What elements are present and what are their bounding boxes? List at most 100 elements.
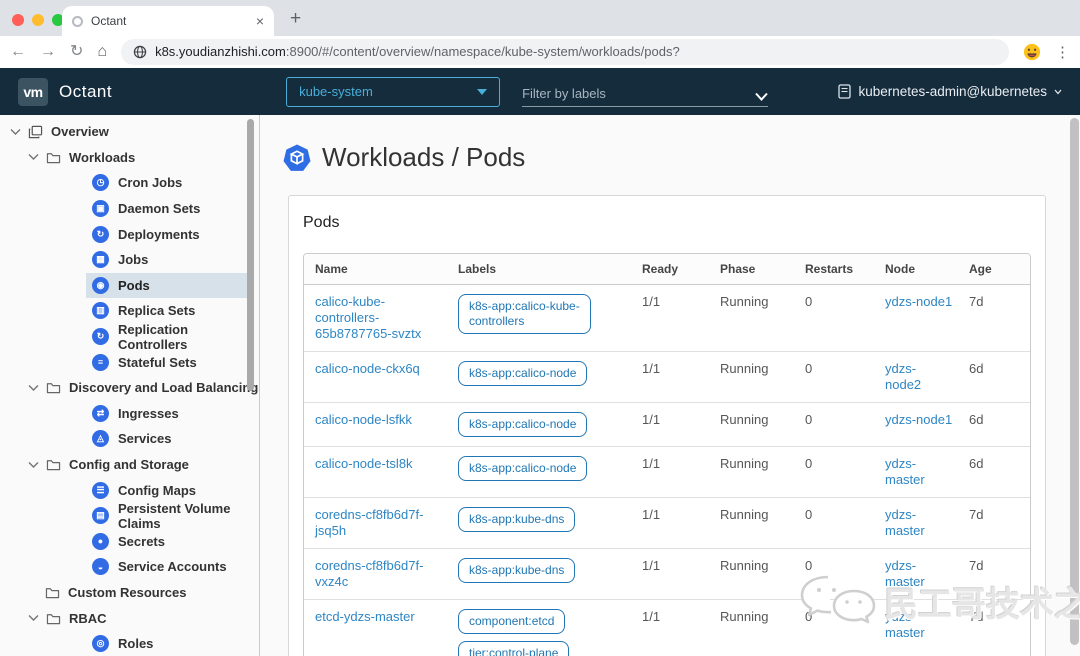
chevron-down-icon[interactable] — [28, 614, 39, 622]
pods-card: Pods Name Labels Ready Phase Restarts No… — [288, 195, 1046, 656]
chevron-down-icon[interactable] — [10, 128, 21, 136]
pod-name-link[interactable]: calico-node-lsfkk — [315, 412, 412, 428]
sidebar-item-cron-jobs[interactable]: ◷ Cron Jobs — [0, 170, 259, 196]
label-chip[interactable]: component:etcd — [458, 609, 566, 634]
label-chip[interactable]: k8s-app:kube-dns — [458, 507, 576, 532]
sidebar-item-stateful-sets[interactable]: ≡ Stateful Sets — [0, 349, 259, 375]
folder-icon — [46, 381, 61, 394]
label-chip[interactable]: k8s-app:kube-dns — [458, 558, 576, 583]
folder-icon — [45, 586, 60, 599]
sidebar-item-services[interactable]: ◬ Services — [0, 426, 259, 452]
sidebar-item-service-accounts[interactable]: ◒ Service Accounts — [0, 554, 259, 580]
node-link[interactable]: ydzs-node1 — [885, 294, 952, 310]
label-chip[interactable]: k8s-app:calico-kube- controllers — [458, 294, 591, 334]
pod-heading-icon — [283, 144, 311, 171]
sidebar-item-config-maps[interactable]: ☰ Config Maps — [0, 477, 259, 503]
pod-name-link[interactable]: coredns-cf8fb6d7f- vxz4c — [315, 558, 423, 590]
sidebar-item-ingresses[interactable]: ⇄ Ingresses — [0, 401, 259, 427]
label-chip[interactable]: k8s-app:calico-node — [458, 456, 588, 481]
table-row: coredns-cf8fb6d7f- vxz4c k8s-app:kube-dn… — [304, 548, 1030, 600]
sidebar-item-pods[interactable]: ◉ Pods — [0, 272, 259, 299]
sidebar-item-custom-resources[interactable]: Custom Resources — [0, 580, 259, 606]
sidebar-item-config-and-storage[interactable]: Config and Storage — [0, 452, 259, 478]
pod-name-link[interactable]: calico-node-tsl8k — [315, 456, 413, 472]
pods-table: Name Labels Ready Phase Restarts Node Ag… — [304, 254, 1030, 656]
forward-icon[interactable]: → — [40, 44, 56, 60]
sidebar-item-label: Cron Jobs — [118, 175, 183, 191]
app-title: Octant — [59, 81, 113, 101]
sidebar-item-jobs[interactable]: ▦ Jobs — [0, 247, 259, 273]
reload-icon[interactable]: ↻ — [70, 44, 83, 60]
browser-tab[interactable]: Octant × — [62, 6, 274, 36]
restarts-cell: 0 — [794, 446, 874, 498]
pod-name-link[interactable]: coredns-cf8fb6d7f- jsq5h — [315, 507, 423, 539]
main-scrollbar[interactable] — [1070, 118, 1079, 645]
chevron-down-icon[interactable] — [28, 153, 39, 161]
kubeconfig-file-icon — [838, 84, 852, 99]
chevron-down-icon[interactable] — [28, 384, 39, 392]
pod-name-link[interactable]: calico-kube- controllers- 65b8787765-svz… — [315, 294, 421, 342]
chevron-down-icon — [1054, 89, 1062, 94]
sidebar-item-label: Pods — [118, 277, 150, 293]
sidebar-item-roles[interactable]: ◎ Roles — [0, 631, 259, 656]
label-chip[interactable]: tier:control-plane — [458, 641, 570, 656]
sidebar-item-rbac[interactable]: RBAC — [0, 605, 259, 631]
ready-cell: 1/1 — [631, 284, 709, 352]
sidebar-item-replica-sets[interactable]: ▥ Replica Sets — [0, 298, 259, 324]
sidebar-item-secrets[interactable]: ● Secrets — [0, 529, 259, 555]
sidebar-item-label: Service Accounts — [118, 559, 227, 575]
chevron-down-icon[interactable] — [28, 461, 39, 469]
sidebar-nav: Overview Workloads ◷ Cron Jobs ▣ Daemon Sets ↻… — [0, 115, 260, 656]
back-icon[interactable]: ← — [10, 44, 26, 60]
table-row: etcd-ydzs-master component:etcd tier:cont… — [304, 599, 1030, 656]
close-window-button[interactable] — [12, 14, 24, 26]
jobs-icon: ▦ — [92, 251, 109, 269]
secrets-icon: ● — [92, 532, 109, 550]
replicationcontrollers-icon: ↻ — [92, 328, 109, 346]
pvc-icon: ▤ — [92, 507, 109, 525]
node-link[interactable]: ydzs- master — [885, 558, 925, 590]
node-link[interactable]: ydzs- master — [885, 609, 925, 641]
address-bar[interactable]: k8s.youdianzhishi.com:8900/#/content/ove… — [121, 39, 1009, 65]
card-title: Pods — [303, 214, 340, 231]
main-content: Workloads / Pods Pods Name Labels Ready — [260, 115, 1080, 656]
pod-name-link[interactable]: etcd-ydzs-master — [315, 609, 415, 625]
sidebar-item-label: Config and Storage — [69, 457, 189, 473]
label-chip[interactable]: k8s-app:calico-node — [458, 412, 588, 437]
labels-group: k8s-app:kube-dns — [458, 558, 620, 583]
node-link[interactable]: ydzs- master — [885, 456, 925, 488]
browser-menu-icon[interactable]: ⋮ — [1055, 43, 1070, 61]
table-header-row: Name Labels Ready Phase Restarts Node Ag… — [304, 254, 1030, 285]
labels-group: k8s-app:calico-node — [458, 412, 620, 437]
sidebar-item-label: Services — [118, 431, 172, 447]
home-icon[interactable]: ⌂ — [97, 44, 107, 60]
user-menu[interactable]: kubernetes-admin@kubernetes — [838, 84, 1062, 99]
labels-group: k8s-app:calico-kube- controllers — [458, 294, 620, 334]
extension-emoji-icon[interactable] — [1023, 43, 1041, 61]
sidebar-item-persistent-volume-claims[interactable]: ▤ Persistent Volume Claims — [0, 501, 259, 531]
sidebar-item-workloads[interactable]: Workloads — [0, 145, 259, 171]
node-link[interactable]: ydzs- node2 — [885, 361, 921, 393]
namespace-dropdown[interactable]: kube-system — [286, 76, 501, 107]
filter-labels-input[interactable]: Filter by labels — [522, 77, 769, 107]
phase-cell: Running — [709, 599, 794, 656]
sidebar-item-overview[interactable]: Overview — [0, 119, 259, 145]
sidebar-item-deployments[interactable]: ↻ Deployments — [0, 221, 259, 247]
sidebar-item-replication-controllers[interactable]: ↻ Replication Controllers — [0, 322, 259, 352]
page-title: Workloads / Pods — [322, 142, 526, 172]
new-tab-button[interactable]: + — [290, 8, 301, 30]
minimize-window-button[interactable] — [32, 14, 44, 26]
window-controls — [12, 14, 64, 26]
node-link[interactable]: ydzs- master — [885, 507, 925, 539]
labels-group: k8s-app:calico-node — [458, 361, 620, 386]
node-link[interactable]: ydzs-node1 — [885, 412, 952, 428]
label-chip[interactable]: k8s-app:calico-node — [458, 361, 588, 386]
sidebar-item-discovery-and-load-balancing[interactable]: Discovery and Load Balancing — [0, 375, 259, 401]
folder-icon — [46, 458, 61, 471]
sidebar-item-daemon-sets[interactable]: ▣ Daemon Sets — [0, 196, 259, 222]
tab-close-icon[interactable]: × — [256, 14, 264, 28]
sidebar-scrollbar[interactable] — [247, 119, 254, 391]
overview-icon — [28, 125, 43, 139]
browser-tab-bar: Octant × + — [0, 0, 1080, 36]
pod-name-link[interactable]: calico-node-ckx6q — [315, 361, 420, 377]
